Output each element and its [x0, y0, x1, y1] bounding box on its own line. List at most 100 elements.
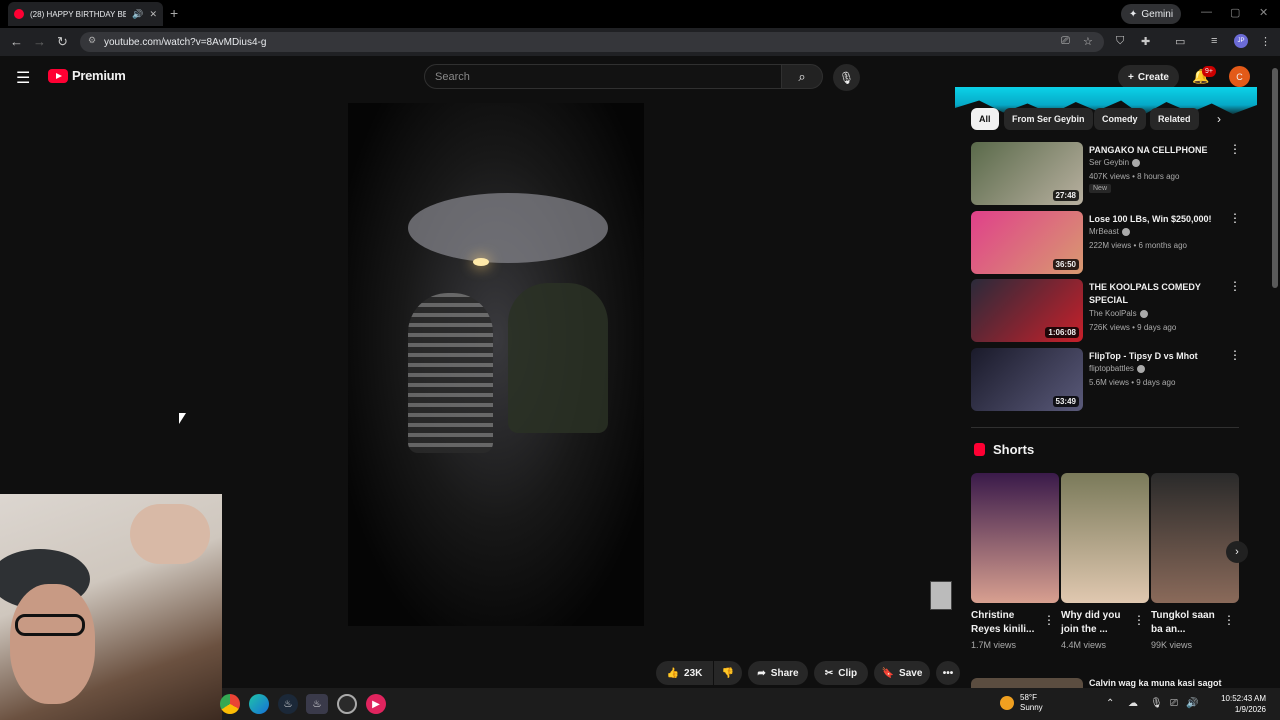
short-item[interactable]: Tungkol saan ba an... 99K views ⋮ [1151, 473, 1239, 650]
channel-name[interactable]: The KoolPals [1089, 309, 1148, 318]
video-thumbnail[interactable]: 27:48 [971, 142, 1083, 205]
chip-related[interactable]: Related [1150, 108, 1199, 130]
more-vertical-icon[interactable]: ⋮ [1229, 142, 1241, 156]
dislike-button[interactable]: 👎 [714, 661, 742, 685]
recommendation-item[interactable]: 1:06:08 THE KOOLPALS COMEDY SPECIAL The … [971, 279, 1241, 343]
duration-badge: 1:06:08 [1045, 327, 1079, 338]
duration-badge: 36:50 [1052, 259, 1079, 270]
short-thumbnail[interactable] [1061, 473, 1149, 603]
page-scrollbar[interactable] [1272, 62, 1278, 682]
short-thumbnail[interactable] [1151, 473, 1239, 603]
search-button[interactable]: ⌕ [781, 64, 823, 89]
gemini-button[interactable]: ✦ Gemini [1121, 4, 1182, 24]
video-thumbnail[interactable] [971, 678, 1083, 688]
voice-search-button[interactable]: 🎙 [833, 64, 860, 91]
shield-extension-icon[interactable]: ⛉ [1116, 35, 1124, 48]
site-info-icon[interactable]: ⚙ [88, 35, 96, 46]
system-clock[interactable]: 10:52:43 AM 1/9/2026 [1204, 693, 1266, 715]
video-title[interactable]: PANGAKO NA CELLPHONE [1089, 144, 1221, 157]
recommendation-item[interactable]: Calvin wag ka muna kasi sagot [971, 678, 1241, 688]
video-title[interactable]: Lose 100 LBs, Win $250,000! [1089, 213, 1221, 226]
side-panel-icon[interactable]: ▭ [1175, 35, 1185, 48]
reload-icon[interactable]: ↻ [57, 34, 68, 50]
more-actions-button[interactable]: ••• [936, 661, 960, 685]
video-thumbnail[interactable]: 53:49 [971, 348, 1083, 411]
forward-icon[interactable]: → [33, 34, 46, 49]
speaker-icon[interactable]: 🔊 [132, 9, 143, 20]
chip-from-channel[interactable]: From Ser Geybin [1004, 108, 1093, 130]
save-button[interactable]: 🔖 Save [874, 661, 930, 685]
youtube-premium-logo[interactable]: Premium [48, 68, 126, 83]
clip-button[interactable]: ✂ Clip [814, 661, 868, 685]
close-window-icon[interactable]: ✕ [1259, 6, 1268, 19]
more-vertical-icon[interactable]: ⋮ [1223, 613, 1235, 627]
channel-name[interactable]: Ser Geybin [1089, 158, 1141, 167]
chip-comedy[interactable]: Comedy [1094, 108, 1146, 130]
browser-tab[interactable]: (28) HAPPY BIRTHDAY BESF 🔊 ✕ [8, 2, 163, 26]
chevron-right-icon[interactable]: › [1217, 112, 1221, 126]
steam-icon[interactable]: ♨ [278, 694, 298, 714]
webcam-peace-sign [130, 504, 210, 564]
hamburger-menu-icon[interactable]: ☰ [16, 68, 30, 88]
media-controls-icon[interactable]: ≡ [1211, 35, 1217, 47]
video-title[interactable]: FlipTop - Tipsy D vs Mhot [1089, 350, 1221, 363]
short-item[interactable]: Christine Reyes kinili... 1.7M views ⋮ [971, 473, 1059, 650]
short-title[interactable]: Tungkol saan ba an... [1151, 609, 1223, 637]
menu-dots-icon[interactable]: ⋮ [1260, 35, 1271, 48]
tab-title: (28) HAPPY BIRTHDAY BESF [30, 9, 127, 19]
video-player[interactable] [348, 103, 644, 626]
shorts-next-button[interactable]: › [1226, 541, 1248, 563]
scrollbar-thumb[interactable] [1272, 68, 1278, 288]
maximize-icon[interactable]: ▢ [1230, 6, 1240, 19]
new-tab-button[interactable]: + [170, 5, 178, 21]
chip-all[interactable]: All [971, 108, 999, 130]
media-player-icon[interactable]: ▶ [366, 694, 386, 714]
account-avatar[interactable]: C [1229, 66, 1250, 87]
more-vertical-icon[interactable]: ⋮ [1229, 348, 1241, 362]
minimize-icon[interactable]: — [1201, 6, 1212, 18]
like-button[interactable]: 👍 23K [656, 661, 713, 685]
more-vertical-icon[interactable]: ⋮ [1229, 279, 1241, 293]
obs-icon[interactable] [337, 694, 357, 714]
back-icon[interactable]: ← [10, 34, 23, 49]
close-tab-icon[interactable]: ✕ [149, 9, 157, 20]
bookmark-star-icon[interactable]: ☆ [1083, 35, 1093, 48]
clock-time: 10:52:43 AM [1221, 694, 1266, 703]
video-title[interactable]: THE KOOLPALS COMEDY SPECIAL [1089, 281, 1221, 307]
short-thumbnail[interactable] [971, 473, 1059, 603]
profile-avatar[interactable]: JP [1234, 34, 1248, 48]
short-item[interactable]: Why did you join the ... 4.4M views ⋮ [1061, 473, 1149, 650]
chrome-icon[interactable] [220, 694, 240, 714]
recommendation-item[interactable]: 27:48 PANGAKO NA CELLPHONE Ser Geybin 40… [971, 142, 1241, 206]
channel-thumbnail[interactable] [930, 581, 952, 610]
channel-name[interactable]: MrBeast [1089, 227, 1130, 236]
video-title[interactable]: Calvin wag ka muna kasi sagot [1089, 678, 1222, 688]
video-thumbnail[interactable]: 1:06:08 [971, 279, 1083, 342]
cast-icon[interactable]: ⎚ [1061, 35, 1070, 48]
recommendation-item[interactable]: 53:49 FlipTop - Tipsy D vs Mhot fliptopb… [971, 348, 1241, 412]
network-icon[interactable]: ⎚ [1170, 698, 1178, 709]
volume-icon[interactable]: 🔊 [1186, 698, 1198, 709]
verified-icon [1139, 309, 1148, 318]
webcam-overlay [0, 494, 222, 720]
channel-name[interactable]: fliptopbattles [1089, 364, 1145, 373]
more-vertical-icon[interactable]: ⋮ [1229, 211, 1241, 225]
short-title[interactable]: Christine Reyes kinili... [971, 609, 1043, 637]
more-vertical-icon[interactable]: ⋮ [1133, 613, 1145, 627]
steam-active-icon[interactable]: ♨ [306, 694, 328, 714]
extensions-icon[interactable]: ✚ [1141, 35, 1150, 48]
more-vertical-icon[interactable]: ⋮ [1043, 613, 1055, 627]
url-bar[interactable]: ⚙ youtube.com/watch?v=8AvMDius4-g [80, 32, 1104, 52]
weather-widget[interactable]: 58°F Sunny [1000, 693, 1043, 713]
mic-tray-icon[interactable]: 🎙 [1150, 698, 1163, 709]
short-title[interactable]: Why did you join the ... [1061, 609, 1133, 637]
recommendation-item[interactable]: 36:50 Lose 100 LBs, Win $250,000! MrBeas… [971, 211, 1241, 275]
search-input[interactable]: Search [424, 64, 782, 89]
share-button[interactable]: ➦ Share [748, 661, 808, 685]
shorts-icon [974, 443, 985, 456]
create-button[interactable]: + Create [1118, 65, 1179, 89]
cloud-icon[interactable]: ☁ [1128, 698, 1138, 709]
edge-icon[interactable] [249, 694, 269, 714]
chevron-up-icon[interactable]: ⌃ [1106, 698, 1114, 709]
video-thumbnail[interactable]: 36:50 [971, 211, 1083, 274]
